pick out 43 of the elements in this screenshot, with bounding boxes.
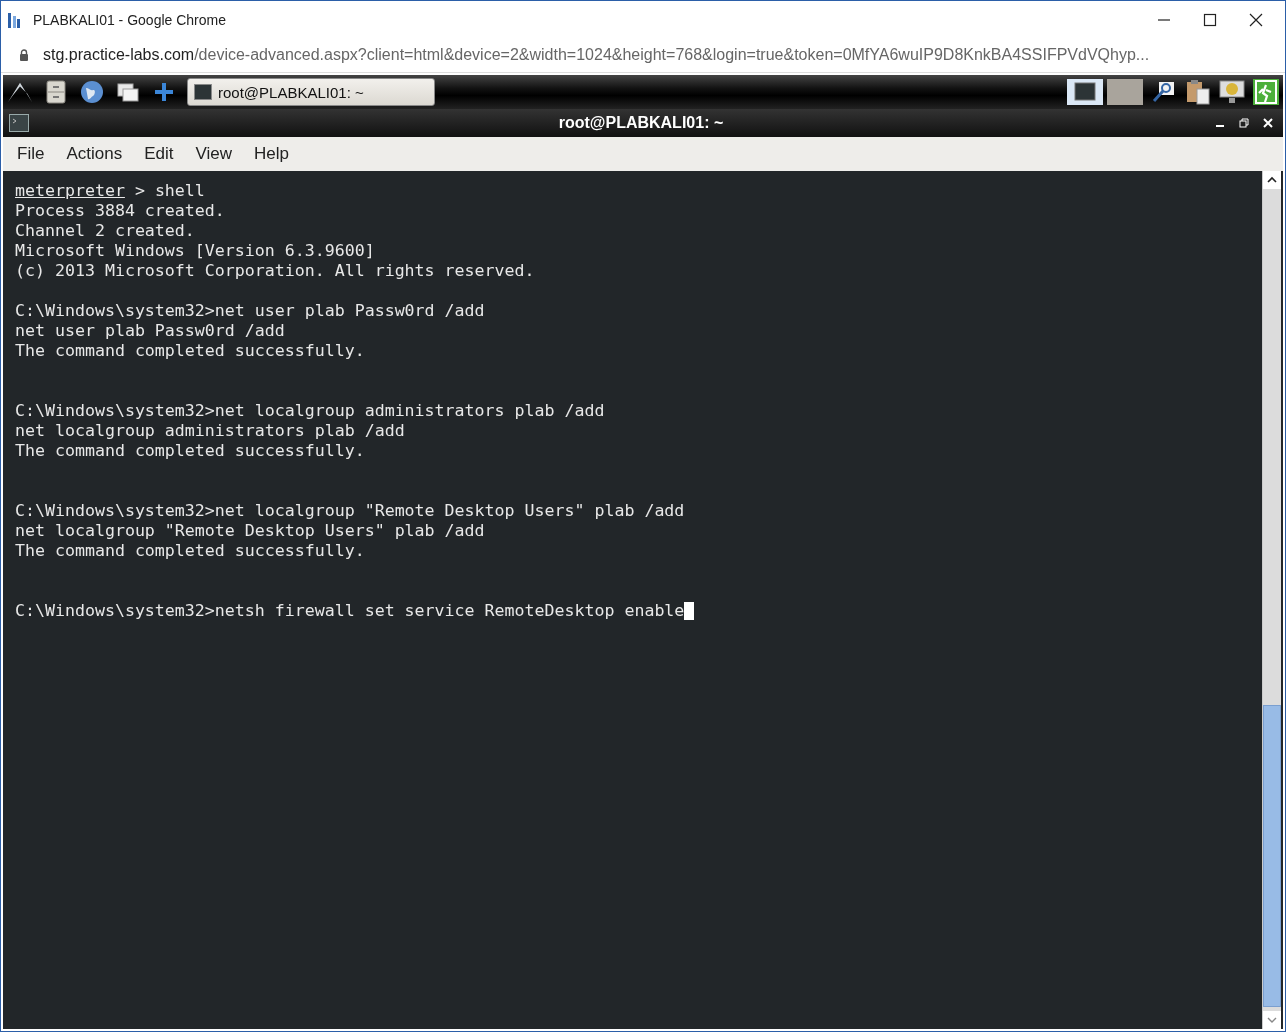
file-cabinet-icon[interactable] <box>43 80 69 104</box>
terminal-line: > shell <box>133 181 205 201</box>
terminal-line: net user plab Passw0rd /add <box>15 321 285 341</box>
terminal-line: Microsoft Windows [Version 6.3.9600] <box>15 241 375 261</box>
window-title: PLABKALI01 - Google Chrome <box>33 11 226 28</box>
terminal-icon <box>9 114 29 132</box>
terminal-line: Channel 2 created. <box>15 221 195 241</box>
monitor-icon[interactable] <box>1219 79 1245 105</box>
menu-item[interactable]: File <box>17 144 45 164</box>
terminal-prompt: meterpreter <box>15 181 125 201</box>
terminal-line: The command completed successfully. <box>15 341 365 361</box>
restore-icon[interactable] <box>1239 118 1249 128</box>
terminal-line: C:\Windows\system32>netsh firewall set service RemoteDesktop enable <box>15 601 685 621</box>
clipboard-icon[interactable] <box>1185 79 1211 105</box>
terminal-line: The command completed successfully. <box>15 541 365 561</box>
terminal-icon <box>194 84 212 100</box>
blank-tile-icon[interactable] <box>1107 79 1143 105</box>
maximize-icon[interactable] <box>1203 12 1217 27</box>
exit-icon[interactable] <box>1253 79 1279 105</box>
taskbar-task-button[interactable]: root@PLABKALI01: ~ <box>187 78 435 106</box>
menu-item[interactable]: View <box>195 144 232 164</box>
globe-icon[interactable] <box>79 80 105 104</box>
site-logo-icon <box>7 10 21 29</box>
terminal-line: net localgroup "Remote Desktop Users" plab /add <box>15 521 485 541</box>
terminal-line: The command completed successfully. <box>15 441 365 461</box>
close-icon[interactable] <box>1249 12 1263 27</box>
magnifier-icon[interactable] <box>1151 79 1177 105</box>
terminal-line: net localgroup administrators plab /add <box>15 421 405 441</box>
terminal-line: (c) 2013 Microsoft Corporation. All rights reserved. <box>15 261 535 281</box>
terminal-line: C:\Windows\system32>net localgroup "Remote Desktop Users" plab /add <box>15 501 685 521</box>
terminal-icon[interactable] <box>1067 79 1103 105</box>
menu-item[interactable]: Help <box>254 144 289 164</box>
menu-item[interactable]: Edit <box>144 144 174 164</box>
terminal-line: C:\Windows\system32>net user plab Passw0rd /add <box>15 301 485 321</box>
terminal-line: C:\Windows\system32>net localgroup administrators plab /add <box>15 401 605 421</box>
terminal-title: root@PLABKALI01: ~ <box>557 114 725 132</box>
scrollbar[interactable] <box>1262 171 1281 1029</box>
windows-icon[interactable] <box>115 80 141 104</box>
terminal-line: Process 3884 created. <box>15 201 225 221</box>
url-text[interactable]: stg.practice-labs.com/device-advanced.aspx?client=html&device=2&width=1024&height=768&login=true&token=0MfYA6wuIP9D8KnkBA4SSIFPVdVQhyp... <box>43 46 1150 64</box>
menu-item[interactable]: Actions <box>66 144 123 164</box>
scrollbar-thumb[interactable] <box>1263 705 1281 1007</box>
lock-icon <box>19 49 29 61</box>
